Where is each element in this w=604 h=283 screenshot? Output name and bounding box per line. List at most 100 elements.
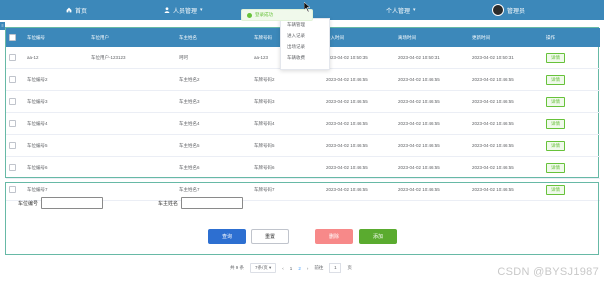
page-size-select[interactable]: 7条/页 ▾	[250, 263, 277, 273]
goto-label: 前往	[314, 265, 324, 270]
cell: aa-12	[24, 47, 88, 69]
toast-text: 登录成功	[255, 12, 273, 17]
detail-button[interactable]: 详情	[546, 118, 565, 129]
cell: 车主姓名6	[176, 156, 251, 179]
table-row: 车位编号5 车主姓名5 车牌号码5 2023-04-02 10:46:55 20…	[6, 134, 600, 157]
detail-button[interactable]: 详情	[546, 52, 565, 63]
cell: 2023-04-02 10:46:55	[395, 156, 469, 179]
watermark: CSDN @BYSJ1987	[497, 266, 599, 278]
select-all-checkbox[interactable]	[6, 28, 24, 47]
cell: 车牌号码6	[251, 156, 323, 179]
col-header: 操作	[543, 28, 600, 47]
nav-personal-mgmt[interactable]: 个人管理 ▾	[386, 0, 416, 20]
nav-home-label: 首页	[75, 8, 88, 15]
delete-button[interactable]: 删除	[315, 229, 353, 244]
row-checkbox[interactable]	[6, 156, 24, 179]
reset-button[interactable]: 重置	[251, 229, 289, 244]
cell: 车牌号码5	[251, 134, 323, 157]
cell: 2023-04-02 10:46:55	[395, 68, 469, 91]
col-header: 离场时间	[395, 28, 469, 47]
chevron-down-icon: ▾	[200, 7, 203, 13]
cell: 2023-04-02 10:46:55	[323, 90, 395, 113]
detail-button[interactable]: 详情	[546, 74, 565, 85]
cell: 2023-04-02 10:46:55	[323, 156, 395, 179]
page-unit: 页	[347, 265, 352, 270]
cell: 车牌号码4	[251, 112, 323, 135]
query-button[interactable]: 查询	[208, 229, 246, 244]
action-cell: 详情	[543, 47, 600, 69]
cell: 车位编号2	[24, 68, 88, 91]
goto-page-input[interactable]: 1	[329, 263, 342, 273]
row-checkbox[interactable]	[6, 47, 24, 69]
add-button[interactable]: 添加	[359, 229, 397, 244]
user-menu[interactable]: 管理员	[492, 0, 525, 20]
cell	[88, 112, 176, 135]
dropdown-menu: 车辆管理 进入记录 出场记录 车辆收费	[280, 18, 330, 70]
col-header: 进入时间	[323, 28, 395, 47]
search-panel: 车位编号 车主姓名 查询 重置 删除 添加	[5, 182, 599, 255]
col-header: 车位用户	[88, 28, 176, 47]
cell: 2023-04-02 10:46:55	[395, 134, 469, 157]
cell: 车牌号码2	[251, 68, 323, 91]
detail-button[interactable]: 详情	[546, 96, 565, 107]
mouse-pointer-icon	[304, 2, 311, 12]
pagination: 共 9 条 7条/页 ▾ ‹ 1 2 › 前往 1 页	[230, 263, 352, 273]
cell: 呵呵	[176, 47, 251, 69]
chevron-down-icon: ▾	[413, 7, 416, 13]
nav-personal-mgmt-label: 个人管理	[386, 8, 411, 15]
cell: 车主姓名5	[176, 134, 251, 157]
owner-name-input[interactable]	[181, 197, 243, 209]
nav-person-mgmt[interactable]: 人员管理 ▾	[164, 0, 203, 20]
table-row: 车位编号4 车主姓名4 车牌号码4 2023-04-02 10:46:55 20…	[6, 112, 600, 135]
next-page-icon[interactable]: ›	[307, 266, 309, 271]
cell: 车位编号5	[24, 134, 88, 157]
cell: 车位用户-123123	[88, 47, 176, 69]
owner-name-label: 车主姓名	[158, 201, 179, 207]
menu-item-fee[interactable]: 车辆收费	[281, 52, 329, 63]
row-checkbox[interactable]	[6, 134, 24, 157]
cell: 车位编号6	[24, 156, 88, 179]
nav-home[interactable]: 首页	[66, 0, 87, 20]
action-cell: 详情	[543, 134, 600, 157]
home-icon	[66, 7, 72, 13]
menu-item-entry[interactable]: 进入记录	[281, 30, 329, 41]
row-checkbox[interactable]	[6, 112, 24, 135]
cell: 车位编号3	[24, 90, 88, 113]
action-cell: 详情	[543, 156, 600, 179]
cell: 2023-04-02 10:46:55	[469, 156, 543, 179]
detail-button[interactable]: 详情	[546, 140, 565, 151]
row-checkbox[interactable]	[6, 90, 24, 113]
row-checkbox[interactable]	[6, 68, 24, 91]
username: 管理员	[507, 8, 526, 15]
spot-number-label: 车位编号	[18, 201, 39, 207]
cell: 2023-04-02 10:46:55	[469, 68, 543, 91]
table-row: 车位编号2 车主姓名2 车牌号码2 2023-04-02 10:46:55 20…	[6, 68, 600, 91]
cell: 车主姓名2	[176, 68, 251, 91]
cell	[88, 156, 176, 179]
cell: 车牌号码3	[251, 90, 323, 113]
nav-person-mgmt-label: 人员管理	[173, 8, 198, 15]
success-toast: 登录成功	[241, 9, 313, 21]
cell: 2023-04-02 10:46:55	[395, 90, 469, 113]
action-cell: 详情	[543, 112, 600, 135]
cell: 2023-04-02 10:46:55	[323, 134, 395, 157]
cell	[88, 68, 176, 91]
cell: 2023-04-02 10:46:55	[469, 134, 543, 157]
action-cell: 详情	[543, 90, 600, 113]
page-number[interactable]: 1	[290, 266, 293, 271]
col-header: 车主姓名	[176, 28, 251, 47]
menu-item-exit[interactable]: 出场记录	[281, 41, 329, 52]
user-icon	[164, 7, 170, 13]
cell: 2023-04-02 10:46:55	[395, 112, 469, 135]
cell: 车主姓名3	[176, 90, 251, 113]
prev-page-icon[interactable]: ‹	[282, 266, 284, 271]
cell: 2023-04-02 10:50:31	[469, 47, 543, 69]
spot-number-input[interactable]	[41, 197, 103, 209]
detail-button[interactable]: 详情	[546, 162, 565, 173]
cell: 车位编号4	[24, 112, 88, 135]
check-icon	[247, 12, 252, 18]
page-number-current[interactable]: 2	[298, 266, 301, 271]
cell	[88, 134, 176, 157]
cell	[88, 90, 176, 113]
page-size-value: 7条/页	[255, 265, 268, 270]
